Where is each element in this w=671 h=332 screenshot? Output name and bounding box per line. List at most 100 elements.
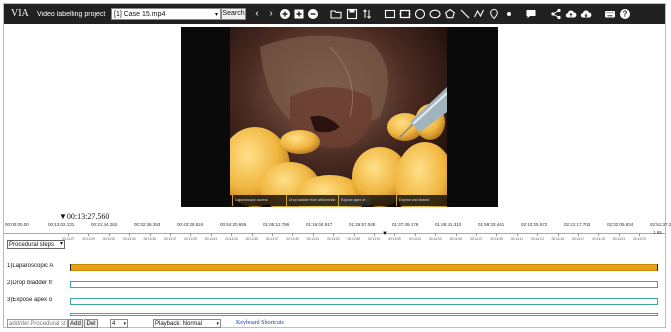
ruler-minor-tick <box>618 233 620 236</box>
chevron-right-icon[interactable]: › <box>265 8 277 20</box>
file-select-value: [1] Case 15.mp4 <box>114 11 166 18</box>
ruler-minor-tick-label: 00:13:39 <box>184 237 197 241</box>
ruler-minor-tick-label: 00:14:17 <box>572 237 585 241</box>
keyboard-shortcuts-link[interactable]: Keyboard Shortcuts <box>236 320 284 326</box>
circle-shape-icon[interactable] <box>414 8 426 20</box>
track-timeline-bar[interactable] <box>70 313 658 316</box>
video-frame[interactable] <box>230 27 447 207</box>
search-button[interactable]: Search <box>221 8 246 20</box>
ruler-major-tick-label: 00:43:28.524 <box>177 222 204 227</box>
playback-rate-value: Playback: Normal <box>155 321 203 327</box>
landmark-point-icon[interactable] <box>488 8 500 20</box>
cloud-download-icon[interactable] <box>580 8 592 20</box>
svg-text:?: ? <box>623 10 628 19</box>
chat-icon[interactable] <box>525 8 537 20</box>
track-label[interactable]: 3)Expose apex o <box>7 297 65 303</box>
attribute-group-select[interactable]: Procedural steps ▾ <box>7 240 65 249</box>
ruler-minor-tick <box>108 233 110 236</box>
project-name-input[interactable] <box>37 9 110 20</box>
polygon-shape-icon[interactable] <box>444 8 456 20</box>
ruler-minor-tick-label: 00:13:57 <box>368 237 381 241</box>
playhead-marker[interactable]: ▼ <box>382 231 388 237</box>
share-icon[interactable] <box>550 8 562 20</box>
ruler-minor-tick <box>516 233 518 236</box>
ruler-minor-tick-label: 00:13:51 <box>306 237 320 241</box>
ruler-minor-tick-label: 00:14:23 <box>633 237 646 241</box>
save-icon[interactable] <box>346 8 358 20</box>
chevron-down-icon: ▾ <box>123 321 126 327</box>
ruler-major-tick-label: 00:13:02.131 <box>48 222 75 227</box>
cloud-upload-icon[interactable] <box>565 8 577 20</box>
sort-icon[interactable] <box>361 8 373 20</box>
ruler-major-tick-label: 02:32:09.834 <box>607 222 634 227</box>
ruler-minor-tick-label: 00:13:37 <box>164 237 177 241</box>
ellipse-shape-icon[interactable] <box>429 8 441 20</box>
ruler-minor-tick <box>537 233 539 236</box>
ruler-major-tick-label: 01:16:04.917 <box>306 222 333 227</box>
overlay-label-4: Expose and dissect <box>396 195 444 206</box>
visible-rows-select[interactable]: 4 ▾ <box>110 319 128 328</box>
delete-button[interactable]: Del <box>84 319 98 328</box>
ruler-minor-tick-label: 00:14:15 <box>551 237 565 241</box>
ruler-minor-tick-label: 00:13:47 <box>266 237 279 241</box>
ruler-major-tick-label: 00:54:20.655 <box>220 222 247 227</box>
ruler-minor-tick-label: 00:13:31 <box>102 237 116 241</box>
track-timeline-bar[interactable] <box>70 264 658 271</box>
ruler-minor-tick <box>129 233 131 236</box>
ruler-minor-tick <box>374 233 375 236</box>
keyboard-icon[interactable] <box>604 8 616 20</box>
extreme-rectangle-icon[interactable] <box>399 8 411 20</box>
track-timeline-bar[interactable] <box>70 298 658 305</box>
help-icon[interactable]: ? <box>619 8 631 20</box>
add-square-icon[interactable] <box>293 8 305 20</box>
rectangle-shape-icon[interactable] <box>384 8 396 20</box>
polyline-shape-icon[interactable] <box>473 8 485 20</box>
ruler-major-tick-label: 01:59:33.441 <box>478 222 505 227</box>
ruler-minor-tick <box>557 233 559 236</box>
ruler-minor-tick <box>353 233 355 236</box>
ruler-minor-tick-label: 00:13:41 <box>204 237 218 241</box>
ruler-minor-tick <box>455 233 457 236</box>
ruler-minor-tick <box>598 233 600 236</box>
overlay-label-3: Expose apex of <box>338 195 370 206</box>
ruler-minor-tick-label: 00:13:53 <box>327 237 340 241</box>
remove-circle-icon[interactable] <box>307 8 319 20</box>
timeline-ruler[interactable]: 00:00:00.00 00:13:02.131 00:21:44.262 00:32… <box>4 219 671 242</box>
track-label[interactable]: 1)Laparoscopic A <box>7 263 65 269</box>
ruler-minor-tick <box>578 233 579 236</box>
ruler-minor-tick-label: 00:14:01 <box>408 237 422 241</box>
playback-rate-select[interactable]: Playback: Normal ▾ <box>153 319 221 328</box>
ruler-minor-tick <box>88 233 90 236</box>
ruler-minor-tick <box>639 233 641 236</box>
track-timeline-bar[interactable] <box>70 281 658 288</box>
ruler-minor-tick <box>496 233 498 236</box>
ruler-minor-tick <box>190 233 192 236</box>
ruler-minor-tick-label: 00:14:19 <box>592 237 605 241</box>
file-select[interactable]: [1] Case 15.mp4 ▾ <box>111 8 221 20</box>
ruler-major-tick-label: 01:05:12.786 <box>263 222 290 227</box>
ruler-major-tick-label: 00:00:00.00 <box>5 222 29 227</box>
ruler-minor-tick-label: 00:13:29 <box>82 237 95 241</box>
ruler-minor-tick <box>292 233 294 236</box>
line-shape-icon[interactable] <box>459 8 471 20</box>
ruler-minor-tick-label: 00:14:11 <box>510 237 523 241</box>
ruler-minor-tick <box>272 233 273 236</box>
chevron-left-icon[interactable]: ‹ <box>251 8 263 20</box>
ruler-minor-tick-label: 00:13:59 <box>388 237 401 241</box>
chevron-down-icon: ▾ <box>59 241 63 247</box>
add-circle-icon[interactable] <box>279 8 291 20</box>
ruler-minor-tick-label: 00:13:43 <box>225 237 238 241</box>
point-shape-icon[interactable] <box>503 8 515 20</box>
ruler-minor-tick-label: 00:13:55 <box>347 237 361 241</box>
ruler-minor-tick-label: 00:14:13 <box>531 237 544 241</box>
folder-open-icon[interactable] <box>330 8 342 20</box>
ruler-major-tick-label: 02:51:37.2 <box>650 222 671 227</box>
ruler-major-tick-label: 01:26:57.048 <box>349 222 376 227</box>
add-delete-attribute-input[interactable]: add/del Procedural st <box>7 319 68 328</box>
track-label[interactable]: 2)Drop bladder fr <box>7 280 65 286</box>
ruler-minor-tick <box>231 233 233 236</box>
chevron-down-icon: ▾ <box>214 12 218 18</box>
via-logo: VIA <box>11 8 29 19</box>
add-button[interactable]: Add <box>68 319 83 328</box>
ruler-major-tick-label: 00:21:44.262 <box>91 222 118 227</box>
